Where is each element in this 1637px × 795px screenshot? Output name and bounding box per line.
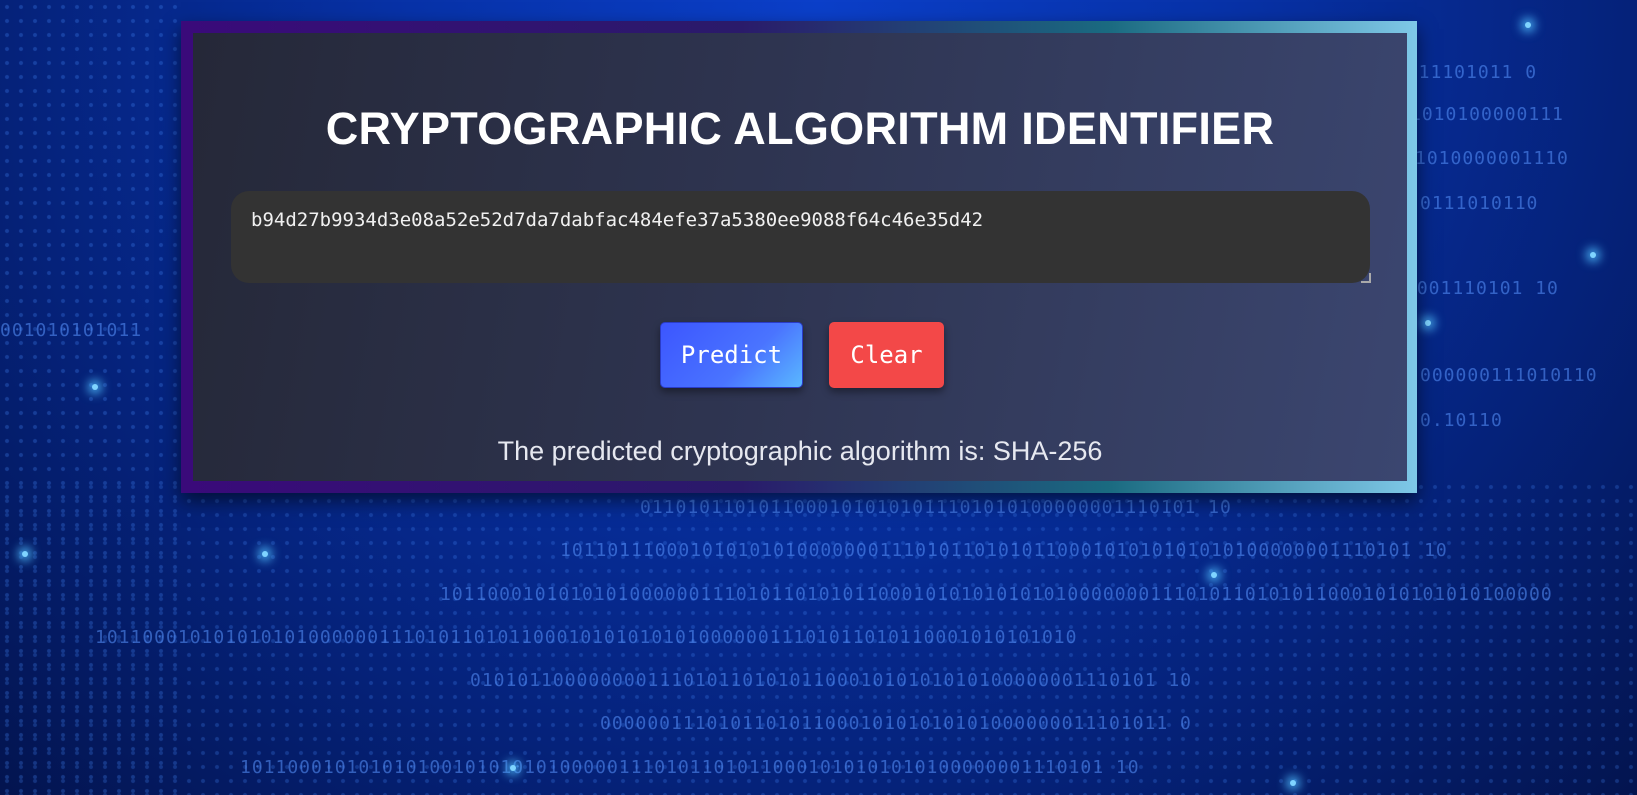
- background-binary-text: 0110101101011000101010101110101010000000…: [640, 497, 1232, 518]
- background-binary-text: 1011000101010101010000001110101101011000…: [95, 627, 1078, 648]
- background-glow-dot: [1590, 252, 1596, 258]
- background-glow-dot: [262, 551, 268, 557]
- background-glow-dot: [1211, 572, 1217, 578]
- background-binary-text: 000000111010110: [1420, 365, 1598, 386]
- background-binary-text: 1010000001110: [1415, 148, 1569, 169]
- background-binary-text: 0111010110: [1420, 193, 1539, 214]
- predict-button[interactable]: Predict: [660, 322, 803, 388]
- background-glow-dot: [22, 551, 28, 557]
- background-binary-text: 0001110101 10: [1405, 278, 1559, 299]
- background-glow-dot: [92, 384, 98, 390]
- background-glow-dot: [1425, 320, 1431, 326]
- background-glow-dot: [1525, 22, 1531, 28]
- textarea-resize-handle[interactable]: [1361, 273, 1371, 283]
- background-binary-text: 001010101011: [0, 320, 143, 341]
- background-binary-text: 0101011000000001110101101010110001010101…: [470, 670, 1193, 691]
- background-binary-text: 1011000101010101001010101010000011101011…: [240, 757, 1140, 778]
- background-binary-text: 1010100000111: [1410, 104, 1564, 125]
- background-binary-text: 1011000101010101000000111010110101011000…: [440, 584, 1553, 605]
- page-title: CRYPTOGRAPHIC ALGORITHM IDENTIFIER: [325, 103, 1275, 154]
- clear-button[interactable]: Clear: [829, 322, 944, 388]
- prediction-result: The predicted cryptographic algorithm is…: [497, 436, 1103, 466]
- background-glow-dot: [1290, 780, 1296, 786]
- identifier-card-frame: CRYPTOGRAPHIC ALGORITHM IDENTIFIER b94d2…: [181, 21, 1417, 493]
- background-binary-text: 0000001110101101011000101010101010000000…: [600, 713, 1192, 734]
- background-binary-text: 1011011100010101010100000001110101101010…: [560, 540, 1448, 561]
- hash-input[interactable]: b94d27b9934d3e08a52e52d7da7dabfac484efe3…: [231, 191, 1370, 283]
- background-glow-dot: [510, 765, 516, 771]
- background-binary-text: 0.10110: [1420, 410, 1503, 431]
- identifier-card: CRYPTOGRAPHIC ALGORITHM IDENTIFIER b94d2…: [193, 33, 1407, 481]
